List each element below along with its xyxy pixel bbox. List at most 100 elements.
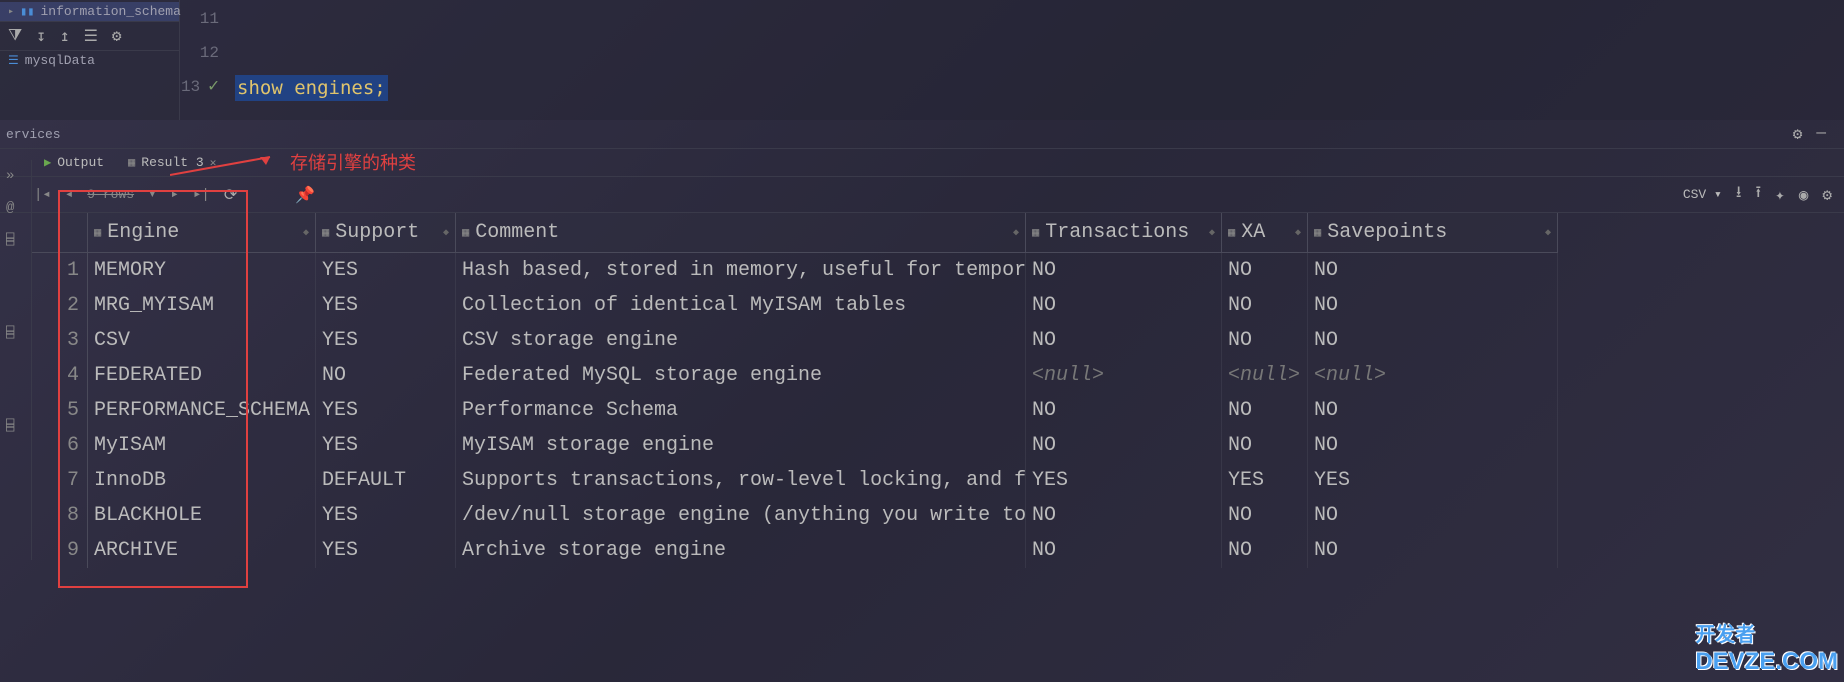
upload-icon[interactable]: ⭱ <box>1755 181 1761 208</box>
cell-comment[interactable]: /dev/null storage engine (anything you w… <box>456 498 1026 533</box>
column-header-transactions[interactable]: ▦Transactions◆ <box>1026 213 1222 253</box>
cell-savepoints[interactable]: NO <box>1308 498 1558 533</box>
row-number[interactable]: 5 <box>32 393 88 428</box>
last-page-icon[interactable]: ▸| <box>193 186 210 203</box>
code-editor[interactable]: show engines; <box>235 0 388 120</box>
list-icon[interactable]: ☰ <box>84 26 98 46</box>
row-number[interactable]: 3 <box>32 323 88 358</box>
settings-icon[interactable]: ⚙ <box>1822 185 1832 205</box>
cell-engine[interactable]: CSV <box>88 323 316 358</box>
cell-engine[interactable]: FEDERATED <box>88 358 316 393</box>
cell-engine[interactable]: InnoDB <box>88 463 316 498</box>
prev-page-icon[interactable]: ◂ <box>65 186 73 203</box>
download-icon[interactable]: ⭳ <box>1736 181 1742 208</box>
cell-support[interactable]: YES <box>316 498 456 533</box>
cell-transactions[interactable]: <null> <box>1026 358 1222 393</box>
refresh-icon[interactable]: ⟳ <box>224 185 237 205</box>
cell-transactions[interactable]: NO <box>1026 288 1222 323</box>
next-page-icon[interactable]: ▸ <box>171 186 179 203</box>
cell-support[interactable]: YES <box>316 393 456 428</box>
tree-item-information-schema[interactable]: ▸ ▮▮ information_schema <box>0 2 179 21</box>
cell-transactions[interactable]: NO <box>1026 498 1222 533</box>
db-icon[interactable]: ⌸ <box>0 410 31 443</box>
cell-comment[interactable]: Hash based, stored in memory, useful for… <box>456 253 1026 288</box>
db-icon[interactable]: ⌸ <box>0 224 31 257</box>
cell-xa[interactable]: YES <box>1222 463 1308 498</box>
eye-icon[interactable]: ◉ <box>1799 185 1809 205</box>
cell-engine[interactable]: MyISAM <box>88 428 316 463</box>
column-header-comment[interactable]: ▦Comment◆ <box>456 213 1026 253</box>
cell-savepoints[interactable]: NO <box>1308 253 1558 288</box>
gear-icon[interactable]: ⚙ <box>112 26 122 46</box>
cell-engine[interactable]: PERFORMANCE_SCHEMA <box>88 393 316 428</box>
column-header-engine[interactable]: ▦Engine◆ <box>88 213 316 253</box>
cell-savepoints[interactable]: <null> <box>1308 358 1558 393</box>
sidebar-tab-label: mysqlData <box>25 53 95 68</box>
cell-xa[interactable]: NO <box>1222 428 1308 463</box>
cell-comment[interactable]: CSV storage engine <box>456 323 1026 358</box>
cell-support[interactable]: NO <box>316 358 456 393</box>
row-number[interactable]: 2 <box>32 288 88 323</box>
cell-savepoints[interactable]: NO <box>1308 323 1558 358</box>
first-page-icon[interactable]: |◂ <box>34 186 51 203</box>
cell-comment[interactable]: Collection of identical MyISAM tables <box>456 288 1026 323</box>
cell-comment[interactable]: Performance Schema <box>456 393 1026 428</box>
cell-xa[interactable]: NO <box>1222 498 1308 533</box>
cell-support[interactable]: YES <box>316 288 456 323</box>
row-number[interactable]: 7 <box>32 463 88 498</box>
cell-comment[interactable]: Federated MySQL storage engine <box>456 358 1026 393</box>
column-header-support[interactable]: ▦Support◆ <box>316 213 456 253</box>
cell-savepoints[interactable]: NO <box>1308 533 1558 568</box>
sidebar-tab-mysqldata[interactable]: ☰ mysqlData <box>0 51 179 70</box>
cell-transactions[interactable]: NO <box>1026 253 1222 288</box>
cell-savepoints[interactable]: YES <box>1308 463 1558 498</box>
chevron-right-icon: ▸ <box>8 6 14 18</box>
chevron-down-icon[interactable]: ▾ <box>148 186 156 203</box>
cell-xa[interactable]: <null> <box>1222 358 1308 393</box>
cell-transactions[interactable]: YES <box>1026 463 1222 498</box>
cell-xa[interactable]: NO <box>1222 393 1308 428</box>
bullet-icon[interactable]: » <box>0 160 31 192</box>
cell-support[interactable]: YES <box>316 533 456 568</box>
pin-icon[interactable]: 📌 <box>295 185 315 205</box>
cell-xa[interactable]: NO <box>1222 323 1308 358</box>
sort-asc-icon[interactable]: ↧ <box>36 26 46 46</box>
cell-support[interactable]: YES <box>316 253 456 288</box>
cell-transactions[interactable]: NO <box>1026 428 1222 463</box>
cell-comment[interactable]: Supports transactions, row-level locking… <box>456 463 1026 498</box>
row-number[interactable]: 4 <box>32 358 88 393</box>
cell-transactions[interactable]: NO <box>1026 393 1222 428</box>
row-number[interactable]: 9 <box>32 533 88 568</box>
sort-desc-icon[interactable]: ↥ <box>60 26 70 46</box>
row-number[interactable]: 6 <box>32 428 88 463</box>
auto-icon[interactable]: ✦ <box>1775 185 1785 205</box>
db-icon[interactable]: ⌸ <box>0 317 31 350</box>
cell-comment[interactable]: Archive storage engine <box>456 533 1026 568</box>
cell-engine[interactable]: BLACKHOLE <box>88 498 316 533</box>
cell-support[interactable]: YES <box>316 323 456 358</box>
filter-icon[interactable]: ⧩ <box>8 27 22 45</box>
column-header-savepoints[interactable]: ▦Savepoints◆ <box>1308 213 1558 253</box>
cell-xa[interactable]: NO <box>1222 253 1308 288</box>
cell-engine[interactable]: ARCHIVE <box>88 533 316 568</box>
cell-xa[interactable]: NO <box>1222 533 1308 568</box>
tab-output[interactable]: ▶ Output <box>40 153 108 172</box>
cell-support[interactable]: YES <box>316 428 456 463</box>
cell-transactions[interactable]: NO <box>1026 323 1222 358</box>
at-icon[interactable]: @ <box>0 192 31 224</box>
cell-support[interactable]: DEFAULT <box>316 463 456 498</box>
cell-savepoints[interactable]: NO <box>1308 428 1558 463</box>
cell-savepoints[interactable]: NO <box>1308 393 1558 428</box>
cell-xa[interactable]: NO <box>1222 288 1308 323</box>
cell-engine[interactable]: MEMORY <box>88 253 316 288</box>
export-format-dropdown[interactable]: CSV ▾ <box>1683 187 1722 202</box>
hide-icon[interactable]: — <box>1816 124 1826 144</box>
settings-icon[interactable]: ⚙ <box>1793 124 1803 144</box>
row-number[interactable]: 8 <box>32 498 88 533</box>
cell-comment[interactable]: MyISAM storage engine <box>456 428 1026 463</box>
cell-engine[interactable]: MRG_MYISAM <box>88 288 316 323</box>
column-header-xa[interactable]: ▦XA◆ <box>1222 213 1308 253</box>
row-number[interactable]: 1 <box>32 253 88 288</box>
cell-savepoints[interactable]: NO <box>1308 288 1558 323</box>
cell-transactions[interactable]: NO <box>1026 533 1222 568</box>
